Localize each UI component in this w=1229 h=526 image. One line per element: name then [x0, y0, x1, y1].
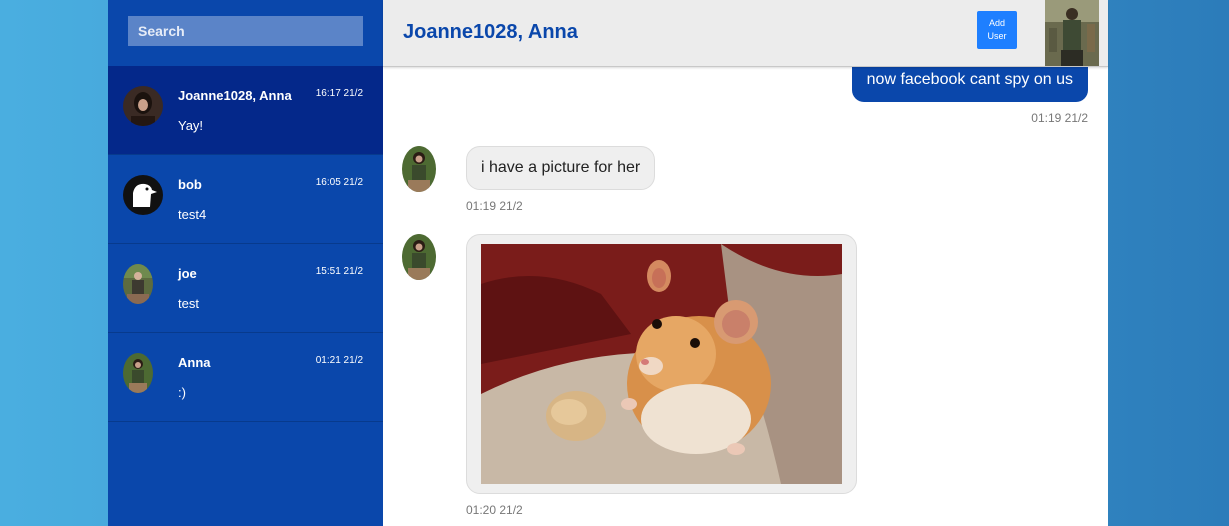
- avatar: [123, 353, 153, 393]
- add-user-label-line1: Add: [988, 18, 1005, 28]
- message-image[interactable]: [466, 234, 857, 494]
- chat-panel: now facebook cant spy on us 01:19 21/2 i…: [383, 0, 1108, 526]
- message-timestamp: 01:20 21/2: [466, 503, 523, 517]
- conversation-item-bob[interactable]: bob 16:05 21/2 test4: [108, 155, 383, 244]
- search-bar: [108, 0, 383, 66]
- add-user-button[interactable]: Add User: [977, 11, 1017, 49]
- conversation-preview: Yay!: [178, 118, 204, 133]
- group-photo[interactable]: [1045, 0, 1099, 66]
- avatar: [123, 86, 163, 126]
- avatar: [123, 175, 163, 215]
- conversation-time: 16:17 21/2: [315, 88, 363, 99]
- conversation-name: Anna: [178, 355, 211, 370]
- sidebar: Joanne1028, Anna 16:17 21/2 Yay! bob 16:…: [108, 0, 383, 526]
- hamster-photo-icon: [481, 244, 842, 484]
- message-timestamp: 01:19 21/2: [466, 199, 523, 213]
- message-timestamp: 01:19 21/2: [1031, 111, 1088, 125]
- sender-avatar: [402, 146, 436, 192]
- conversation-name: joe: [178, 266, 197, 281]
- conversation-preview: test: [178, 296, 199, 311]
- conversation-item-joanne1028-anna[interactable]: Joanne1028, Anna 16:17 21/2 Yay!: [108, 66, 383, 155]
- conversation-item-anna[interactable]: Anna 01:21 21/2 :): [108, 333, 383, 422]
- avatar: [123, 264, 153, 304]
- search-input[interactable]: [128, 16, 363, 46]
- chat-title: Joanne1028, Anna: [403, 21, 578, 43]
- message-outgoing: now facebook cant spy on us: [851, 62, 1088, 102]
- conversation-time: 01:21 21/2: [315, 355, 363, 366]
- conversation-time: 15:51 21/2: [315, 266, 363, 277]
- conversation-preview: :): [178, 385, 186, 400]
- message-incoming: i have a picture for her: [466, 146, 656, 190]
- conversation-time: 16:05 21/2: [315, 177, 363, 188]
- sender-avatar: [402, 234, 436, 280]
- chat-app: Joanne1028, Anna 16:17 21/2 Yay! bob 16:…: [108, 0, 1108, 526]
- conversation-preview: test4: [178, 207, 207, 222]
- conversation-item-joe[interactable]: joe 15:51 21/2 test: [108, 244, 383, 333]
- conversation-name: bob: [178, 177, 202, 192]
- conversation-name: Joanne1028, Anna: [178, 88, 292, 103]
- add-user-label-line2: User: [987, 31, 1007, 41]
- chat-header: Joanne1028, Anna Add User: [383, 0, 1108, 67]
